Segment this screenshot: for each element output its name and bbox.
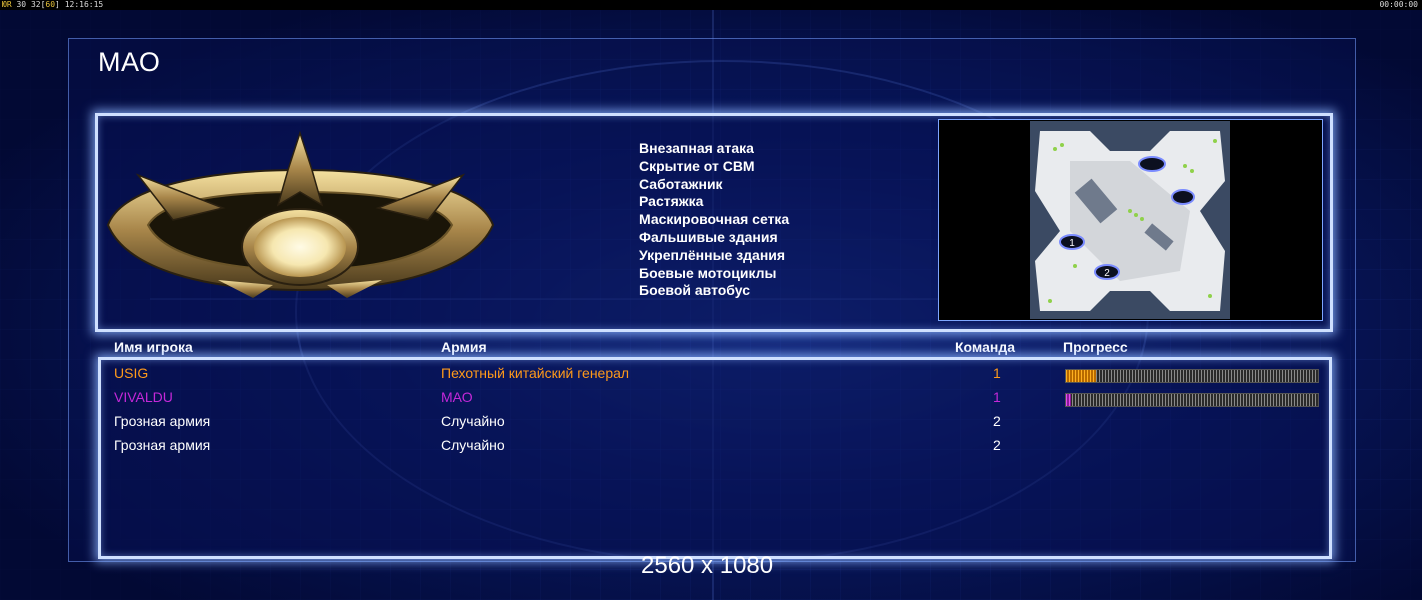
game-timer: 00:00:00 bbox=[1379, 0, 1418, 9]
bonus-item: Фальшивые здания bbox=[639, 228, 778, 245]
player-name: VIVALDU bbox=[114, 389, 173, 405]
status-bar: ЮR 30 32[60] 12:16:15 00:00:00 bbox=[0, 0, 1422, 10]
player-team: 2 bbox=[993, 413, 1001, 429]
bonus-item: Боевые мотоциклы bbox=[639, 264, 777, 281]
status-label: ЮR bbox=[2, 0, 12, 9]
fps-value: 30 bbox=[16, 0, 27, 9]
fps-target-close: ] bbox=[55, 0, 60, 9]
player-row: Грозная армия Случайно 2 bbox=[0, 410, 1422, 434]
column-header-player: Имя игрока bbox=[114, 339, 193, 355]
bonus-item: Скрытие от СВМ bbox=[639, 157, 755, 174]
player-army: Случайно bbox=[441, 437, 505, 453]
fps-target-value: 60 bbox=[45, 0, 56, 9]
player-army: Случайно bbox=[441, 413, 505, 429]
minimap-icon: 1 2 bbox=[1030, 121, 1230, 319]
player-team: 1 bbox=[993, 365, 1001, 381]
china-general-emblem-icon bbox=[106, 130, 495, 298]
bonus-item: Маскировочная сетка bbox=[639, 211, 790, 228]
player-name: USIG bbox=[114, 365, 149, 381]
player-row: Грозная армия Случайно 2 bbox=[0, 434, 1422, 458]
loading-progress-bar bbox=[1065, 369, 1319, 383]
minimap: 1 2 bbox=[938, 119, 1323, 321]
player-row: USIG Пехотный китайский генерал 1 bbox=[0, 362, 1422, 386]
column-header-team: Команда bbox=[955, 339, 1015, 355]
player-name: Грозная армия bbox=[114, 437, 211, 453]
minimap-start-label: 1 bbox=[1069, 238, 1075, 249]
player-team: 1 bbox=[993, 389, 1001, 405]
bonus-item: Растяжка bbox=[639, 193, 704, 210]
bonus-item: Боевой автобус bbox=[639, 282, 750, 299]
bonus-item: Укреплённые здания bbox=[639, 246, 786, 263]
resolution-label: 2560 x 1080 bbox=[641, 552, 774, 579]
column-header-progress: Прогресс bbox=[1063, 339, 1128, 355]
player-team: 2 bbox=[993, 437, 1001, 453]
player-row: VIVALDU МАО 1 bbox=[0, 386, 1422, 410]
general-bonus-list: Внезапная атака Скрытие от СВМ Саботажни… bbox=[639, 140, 789, 300]
page-title: МАО bbox=[98, 47, 161, 77]
status-bar-left: ЮR 30 32[60] 12:16:15 bbox=[2, 0, 103, 10]
loading-progress-fill bbox=[1066, 394, 1072, 406]
player-name: Грозная армия bbox=[114, 413, 211, 429]
clock: 12:16:15 bbox=[64, 0, 104, 9]
loading-progress-fill bbox=[1066, 370, 1097, 382]
player-army: Пехотный китайский генерал bbox=[441, 365, 630, 381]
column-header-army: Армия bbox=[441, 339, 487, 355]
minimap-start-label: 2 bbox=[1104, 268, 1110, 279]
player-army: МАО bbox=[441, 389, 473, 405]
bonus-item: Саботажник bbox=[639, 175, 723, 192]
bonus-item: Внезапная атака bbox=[639, 140, 754, 156]
loading-progress-bar bbox=[1065, 393, 1319, 407]
fps-target-open: 32[ bbox=[30, 0, 46, 9]
